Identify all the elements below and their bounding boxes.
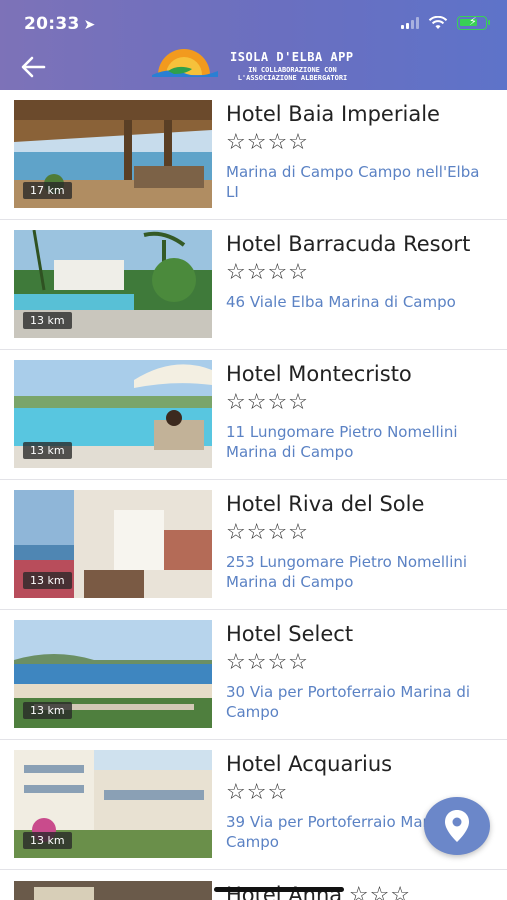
app-title: ISOLA D'ELBA APP	[230, 50, 354, 64]
distance-badge: 17 km	[23, 182, 72, 199]
app-subtitle: IN COLLABORAZIONE CON L'ASSOCIAZIONE ALB…	[237, 66, 348, 82]
hotel-address[interactable]: 46 Viale Elba Marina di Campo	[226, 292, 485, 312]
wifi-icon	[428, 16, 448, 29]
status-time: 20:33 ➤	[24, 14, 96, 34]
distance-badge: 13 km	[23, 832, 72, 849]
distance-badge: 13 km	[23, 442, 72, 459]
hotel-list: 17 km Hotel Baia Imperiale ☆☆☆☆ Marina d…	[0, 90, 507, 870]
signal-icon	[401, 17, 419, 29]
star-rating: ☆☆☆☆	[226, 130, 309, 155]
hotel-name: Hotel Acquarius	[226, 752, 393, 776]
status-icons: ⚡	[401, 15, 490, 30]
hotel-row[interactable]: 13 km Hotel Select ☆☆☆☆ 30 Via per Porto…	[0, 610, 507, 740]
star-rating: ☆☆☆	[348, 883, 412, 900]
hotel-name: Hotel Baia Imperiale	[226, 102, 440, 126]
hotel-row[interactable]: 13 km Hotel Acquarius ☆☆☆ 39 Via per Por…	[0, 740, 507, 870]
star-rating: ☆☆☆☆	[226, 650, 309, 675]
hotel-image: 13 km	[14, 750, 212, 858]
star-rating: ☆☆☆☆	[226, 390, 309, 415]
hotel-row[interactable]: 13 km Hotel Barracuda Resort ☆☆☆☆ 46 Via…	[0, 220, 507, 350]
hotel-row[interactable]: Hotel Anna ☆☆☆	[0, 871, 507, 900]
home-indicator[interactable]	[214, 887, 344, 892]
hotel-name: Hotel Barracuda Resort ☆☆☆☆	[226, 232, 471, 285]
hotel-image: 13 km	[14, 230, 212, 338]
hotel-name: Hotel Montecristo	[226, 362, 412, 386]
hotel-row[interactable]: 17 km Hotel Baia Imperiale ☆☆☆☆ Marina d…	[0, 90, 507, 220]
hotel-image: 13 km	[14, 360, 212, 468]
distance-badge: 13 km	[23, 702, 72, 719]
back-arrow-icon[interactable]	[18, 52, 48, 82]
hotel-name: Hotel Select	[226, 622, 354, 646]
hotel-address[interactable]: 253 Lungomare Pietro Nomellini Marina di…	[226, 552, 485, 592]
app-logo	[152, 49, 218, 77]
battery-icon: ⚡	[457, 15, 490, 30]
hotel-image: 13 km	[14, 620, 212, 728]
map-pin-icon	[445, 810, 469, 842]
star-rating: ☆☆☆☆	[226, 520, 309, 545]
distance-badge: 13 km	[23, 312, 72, 329]
star-rating: ☆☆☆	[226, 780, 289, 805]
hotel-address[interactable]: 11 Lungomare Pietro Nomellini Marina di …	[226, 422, 485, 462]
star-rating: ☆☆☆☆	[226, 260, 309, 285]
app-header: 20:33 ➤ ⚡ ISOLA D'ELBA APP IN COLLABORAZI…	[0, 0, 507, 90]
map-button[interactable]	[424, 797, 490, 855]
hotel-name: Hotel Riva del Sole	[226, 492, 425, 516]
hotel-image	[14, 881, 212, 900]
distance-badge: 13 km	[23, 572, 72, 589]
hotel-row[interactable]: 13 km Hotel Riva del Sole ☆☆☆☆ 253 Lungo…	[0, 480, 507, 610]
location-arrow-icon: ➤	[83, 17, 96, 33]
hotel-row[interactable]: 13 km Hotel Montecristo ☆☆☆☆ 11 Lungomar…	[0, 350, 507, 480]
hotel-image: 17 km	[14, 100, 212, 208]
hotel-address[interactable]: Marina di Campo Campo nell'Elba LI	[226, 162, 485, 202]
hotel-image: 13 km	[14, 490, 212, 598]
hotel-address[interactable]: 30 Via per Portoferraio Marina di Campo	[226, 682, 485, 722]
